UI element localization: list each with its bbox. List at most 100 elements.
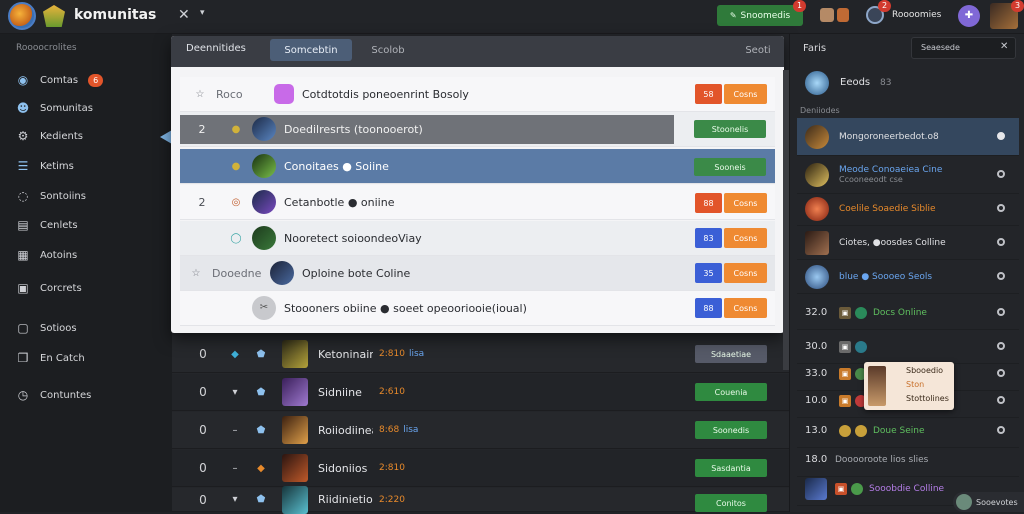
list-item[interactable]: ◯ Nooretect soioondeoViay 83 Cosns xyxy=(180,221,775,256)
row-action-button[interactable]: Conitos xyxy=(695,494,767,512)
row-action-button[interactable]: Couenia xyxy=(695,383,767,401)
status-dot-icon[interactable] xyxy=(997,342,1005,350)
tag-pair: 88 Cosns xyxy=(695,298,767,318)
sidebar-item-0[interactable]: ◉ Comtas 6 xyxy=(16,70,166,90)
users-icon: ☻ xyxy=(16,101,30,115)
sidebar-item-7[interactable]: ▣ Corcrets xyxy=(16,278,166,298)
avatar xyxy=(805,196,829,221)
friend-row[interactable]: blue ● Soooeo Seols xyxy=(797,260,1019,294)
right-panel-title: Faris xyxy=(803,43,827,54)
row-action-button[interactable]: Sooneis xyxy=(694,158,766,176)
list-item[interactable]: ☆ Dooedne Oploine bote Coline 35 Cosns xyxy=(180,256,775,291)
avatar xyxy=(282,454,308,482)
right-section-heading: Deniiodes xyxy=(800,106,840,115)
list-item[interactable]: ☆ Roco Cotdtotdis poneoenrint Bosoly 58 … xyxy=(180,77,775,112)
avatar xyxy=(805,230,829,255)
avatar-badge: 3 xyxy=(1011,0,1024,12)
tooltip: Sbooedio Ston Stottolines xyxy=(864,362,954,410)
tab-right[interactable]: Seoti xyxy=(736,39,780,61)
sidebar-item-2[interactable]: ⚙ Kedients xyxy=(16,126,166,146)
tag-pair: 58 Cosns xyxy=(695,84,767,104)
friend-avatar-icon[interactable] xyxy=(820,8,834,22)
avatar xyxy=(270,261,294,285)
avatar xyxy=(252,154,276,178)
avatar xyxy=(252,226,276,250)
top-bar: komunitas ✕ ▾ ✎ Snoomedis 1 2 Roooomies … xyxy=(0,0,1024,34)
table-row[interactable]: 0 ▾ ⬟ Riidinietio 2:220 Conitos xyxy=(172,485,789,514)
stat-row[interactable]: 32.0 ▣ Docs Online xyxy=(797,296,1019,330)
close-icon[interactable]: ✕ xyxy=(178,7,190,23)
sidebar-item-3[interactable]: ☰ Ketims xyxy=(16,156,166,176)
clock-icon: ◷ xyxy=(17,388,29,402)
avatar xyxy=(252,190,276,214)
footer-status[interactable]: Sooevotes xyxy=(953,492,1024,512)
copy-icon: ❐ xyxy=(17,351,29,365)
list-item-selected[interactable]: ● Conoitaes ● Soiine Sooneis xyxy=(180,149,775,184)
status-dot-icon[interactable] xyxy=(997,308,1005,316)
app-title: komunitas xyxy=(74,7,157,23)
target-icon: ◎ xyxy=(231,196,241,208)
minus-icon: – xyxy=(232,462,238,474)
star-icon: ☆ xyxy=(195,88,205,100)
list-item[interactable]: 2 ◎ Cetanbotle ● oniine 88 Cosns xyxy=(180,185,775,220)
tab-active[interactable]: Somcebtin xyxy=(270,39,352,61)
chevron-down-icon[interactable]: ▾ xyxy=(200,8,205,18)
sidebar-item-1[interactable]: ☻ Somunitas xyxy=(16,98,166,118)
chat-icon: ✎ xyxy=(729,11,737,20)
top-user-name[interactable]: Eeods xyxy=(840,77,870,88)
table-row[interactable]: 0 ◆ ⬟ Ketoninainng 2:810 lisa Sdaaetiae xyxy=(172,336,789,373)
minus-icon: – xyxy=(232,424,238,436)
close-icon[interactable]: ✕ xyxy=(1000,41,1008,52)
table-row[interactable]: 0 ▾ ⬟ Sidniine 2:610 Couenia xyxy=(172,374,789,411)
status-dot-icon[interactable] xyxy=(997,238,1005,246)
sidebar-item-10[interactable]: ◷ Contuntes xyxy=(16,385,166,405)
friend-row[interactable]: Coelile Soaedie Siblie xyxy=(797,192,1019,226)
user-name[interactable]: Roooomies xyxy=(892,10,941,20)
sidebar-heading: Roooocrolites xyxy=(16,43,77,53)
friend-row-selected[interactable]: Mongoroneerbedot.o8 xyxy=(797,118,1019,156)
status-dot-icon[interactable] xyxy=(997,132,1005,140)
sidebar-item-4[interactable]: ◌ Sontoiins xyxy=(16,186,166,206)
page-icon: ▢ xyxy=(17,321,29,335)
app-logo-icon[interactable] xyxy=(8,2,36,30)
table-row[interactable]: 0 – ◆ Sidoniios 2:810 Sasdantia xyxy=(172,450,789,487)
row-action-button[interactable]: Sasdantia xyxy=(695,459,767,477)
guild-logo-icon[interactable] xyxy=(43,5,65,27)
search-input[interactable]: Seaesede ✕ xyxy=(911,37,1016,59)
gear-icon: ⚙ xyxy=(17,129,29,143)
item-icon: ▣ xyxy=(835,482,847,495)
sidebar-item-6[interactable]: ▦ Aotoins xyxy=(16,245,166,265)
globe-icon: ◉ xyxy=(17,73,29,87)
status-dot-icon[interactable] xyxy=(997,204,1005,212)
table-row[interactable]: 0 – ⬟ Roiiodiinear 8:68 lisa Soonedis xyxy=(172,412,789,449)
status-dot-icon[interactable] xyxy=(997,170,1005,178)
avatar xyxy=(282,485,308,514)
tab-plain[interactable]: Scolob xyxy=(362,39,414,61)
sidebar-item-9[interactable]: ❐ En Catch xyxy=(16,348,166,368)
row-action-button[interactable]: Soonedis xyxy=(695,421,767,439)
avatar xyxy=(252,117,276,141)
row-action-button[interactable]: Stoonelis xyxy=(694,120,766,138)
avatar xyxy=(282,340,308,368)
orb-icon xyxy=(855,306,867,319)
status-dot-icon[interactable] xyxy=(997,272,1005,280)
avatar xyxy=(805,477,827,500)
chevron-down-icon: ▾ xyxy=(232,494,238,505)
list-item[interactable]: ✂ Stoooners obiine ● soeet opeooriooie(i… xyxy=(180,291,775,326)
list-item[interactable]: 2 ● Doedilresrts (toonooerot) Stoonelis xyxy=(180,112,775,147)
friend-row[interactable]: Ciotes, ●oosdes Colline xyxy=(797,226,1019,260)
sidebar-item-8[interactable]: ▢ Sotioos xyxy=(16,318,166,338)
pet-avatar-icon[interactable] xyxy=(837,8,849,22)
inbox-icon: ▣ xyxy=(17,281,29,295)
status-dot-icon[interactable] xyxy=(997,369,1005,377)
item-icon: ▣ xyxy=(839,367,851,380)
sidebar-item-5[interactable]: ▤ Cenlets xyxy=(16,215,166,235)
community-icon[interactable]: ✚ xyxy=(958,5,980,27)
avatar xyxy=(805,264,829,289)
status-dot-icon[interactable] xyxy=(997,426,1005,434)
green-action-button[interactable]: ✎ Snoomedis xyxy=(717,5,803,26)
row-action-button[interactable]: Sdaaetiae xyxy=(695,345,767,363)
status-avatar xyxy=(956,494,972,510)
friend-row[interactable]: Meode Conoaeiea Cine Ccooneeodt cse xyxy=(797,156,1019,194)
status-dot-icon[interactable] xyxy=(997,396,1005,404)
